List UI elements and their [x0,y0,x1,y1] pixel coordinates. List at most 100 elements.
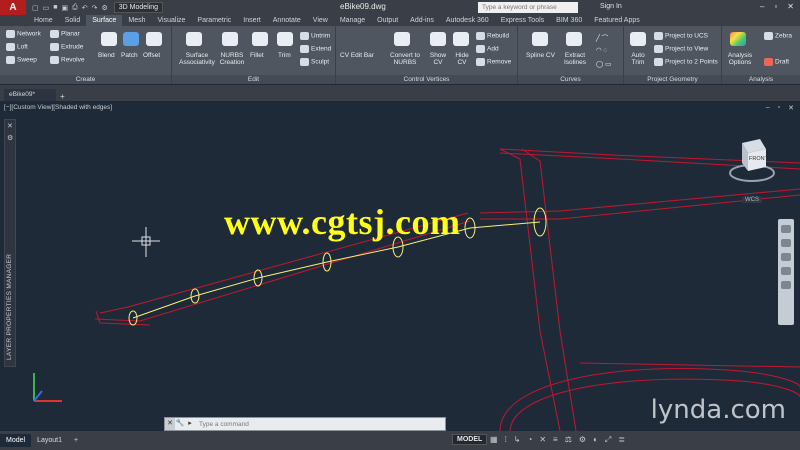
workspace-switch-icon[interactable]: ⚙ [579,435,586,445]
open-file-icon[interactable]: ▭ [43,4,50,12]
save-as-icon[interactable]: ▣ [61,4,68,12]
customize-icon[interactable]: ≣ [618,435,625,445]
auto-trim-button[interactable]: Auto Trim [628,52,648,66]
new-file-icon[interactable]: ▢ [32,4,39,12]
network-button[interactable]: Network [6,30,41,38]
lineweight-icon[interactable]: ≡ [553,435,558,445]
annotation-icon[interactable]: ⚖ [565,435,572,445]
pan-icon[interactable] [781,239,791,247]
steering-wheel-icon[interactable] [781,225,791,233]
tab-surface[interactable]: Surface [86,15,123,26]
shape-tool-icon[interactable]: ◯ ▭ [596,60,611,68]
line-tool-icon[interactable]: ╱ ⌒ [596,32,608,42]
command-customize-icon[interactable]: 🔧 [175,418,185,430]
tab-manage[interactable]: Manage [334,15,371,26]
application-menu-button[interactable]: A [0,0,26,15]
tab-add-ins[interactable]: Add-ins [404,15,440,26]
zoom-icon[interactable] [781,253,791,261]
viewport-controls-label[interactable]: [−][Custom View][Shaded with edges] [4,104,112,111]
palette-close-icon[interactable]: ✕ [7,122,13,130]
extract-isolines-button[interactable]: Extract Isolines [560,52,590,66]
isolate-icon[interactable]: ◐ [593,435,598,445]
tab-layout1[interactable]: Layout1 [31,434,68,447]
search-input[interactable]: Type a keyword or phrase [478,2,578,13]
wcs-menu[interactable]: WCS [742,197,762,203]
plot-icon[interactable]: ⎙ [72,4,78,12]
spline-cv-button[interactable]: Spline CV [526,52,555,59]
project-to-2-points-button[interactable]: Project to 2 Points [654,58,718,66]
convert-to-nurbs-button[interactable]: Convert to NURBS [386,52,424,66]
maximize-icon[interactable]: ▫ [774,2,777,11]
tab-autodesk-360[interactable]: Autodesk 360 [440,15,495,26]
sign-in-button[interactable]: Sign In [600,3,622,10]
show-cv-button[interactable]: Show CV [428,52,448,66]
blend-button[interactable]: Blend [98,52,115,59]
orbit-icon[interactable] [781,267,791,275]
extrude-button[interactable]: Extrude [50,43,83,51]
offset-button[interactable]: Offset [143,52,160,59]
cv-edit-bar-button[interactable]: CV Edit Bar [340,52,374,59]
fullscreen-icon[interactable]: ⤢ [605,435,611,445]
layer-properties-palette[interactable]: ✕ ⚙ LAYER PROPERTIES MANAGER [4,119,16,367]
tab-annotate[interactable]: Annotate [267,15,307,26]
new-tab-icon[interactable]: + [60,92,65,101]
zebra-button[interactable]: Zebra [764,32,792,40]
undo-icon[interactable]: ↶ [82,4,88,12]
tab-visualize[interactable]: Visualize [152,15,192,26]
command-input[interactable]: Type a command [195,421,445,428]
viewport-close-icon[interactable]: ✕ [788,104,794,112]
palette-options-icon[interactable]: ⚙ [7,134,13,142]
file-tab-ebike09[interactable]: eBike09* [4,89,56,101]
analysis-options-button[interactable]: Analysis Options [726,52,754,66]
project-to-ucs-button[interactable]: Project to UCS [654,32,708,40]
nurbs-creation-button[interactable]: NURBS Creation [214,52,250,66]
sculpt-button[interactable]: Sculpt [300,58,329,66]
add-layout-icon[interactable]: + [68,434,84,447]
rebuild-button[interactable]: Rebuild [476,32,509,40]
trim-button[interactable]: Trim [278,52,291,59]
extend-button[interactable]: Extend [300,45,331,53]
tab-express-tools[interactable]: Express Tools [495,15,550,26]
viewport-restore-icon[interactable]: ▫ [778,104,780,112]
tab-output[interactable]: Output [371,15,404,26]
patch-button[interactable]: Patch [121,52,138,59]
workspace-dropdown[interactable]: 3D Modeling [113,2,164,13]
tab-mesh[interactable]: Mesh [122,15,151,26]
snap-icon[interactable]: ⁞ [505,435,507,445]
viewcube-face-label[interactable]: FRONT [749,156,768,162]
untrim-button[interactable]: Untrim [300,32,330,40]
tab-bim-360[interactable]: BIM 360 [550,15,588,26]
sweep-button[interactable]: Sweep [6,56,37,64]
viewport-minimize-icon[interactable]: – [766,104,770,112]
polar-icon[interactable]: ◔ [528,435,533,445]
loft-button[interactable]: Loft [6,43,28,51]
minimize-icon[interactable]: – [760,2,764,11]
drawing-viewport[interactable]: FRONT WCS [−][Custom View][Shaded with e… [0,101,800,431]
tab-model[interactable]: Model [0,434,32,447]
remove-cv-button[interactable]: Remove [476,58,511,66]
grid-icon[interactable]: ▦ [490,435,498,445]
tab-parametric[interactable]: Parametric [191,15,237,26]
planar-button[interactable]: Planar [50,30,80,38]
add-cv-button[interactable]: Add [476,45,499,53]
tab-home[interactable]: Home [28,15,59,26]
tab-insert[interactable]: Insert [237,15,267,26]
tab-view[interactable]: View [307,15,334,26]
save-icon[interactable]: ■ [53,4,57,11]
workspace-gear-icon[interactable]: ⚙ [101,4,107,12]
command-close-icon[interactable]: ✕ [165,418,175,430]
curve-tool-icon[interactable]: ◠ ◌ [596,46,607,54]
project-to-view-button[interactable]: Project to View [654,45,708,53]
surface-associativity-button[interactable]: Surface Associativity [176,52,218,66]
close-icon[interactable]: ✕ [787,2,794,11]
tab-solid[interactable]: Solid [59,15,87,26]
model-space-toggle[interactable]: MODEL [452,434,488,445]
navigation-bar[interactable] [778,219,794,325]
draft-button[interactable]: Draft [764,58,789,66]
osnap-icon[interactable]: ✕ [539,435,546,445]
tab-featured-apps[interactable]: Featured Apps [588,15,646,26]
revolve-button[interactable]: Revolve [50,56,84,64]
showmotion-icon[interactable] [781,281,791,289]
redo-icon[interactable]: ↷ [92,4,98,12]
ortho-icon[interactable]: ↳ [514,435,521,445]
